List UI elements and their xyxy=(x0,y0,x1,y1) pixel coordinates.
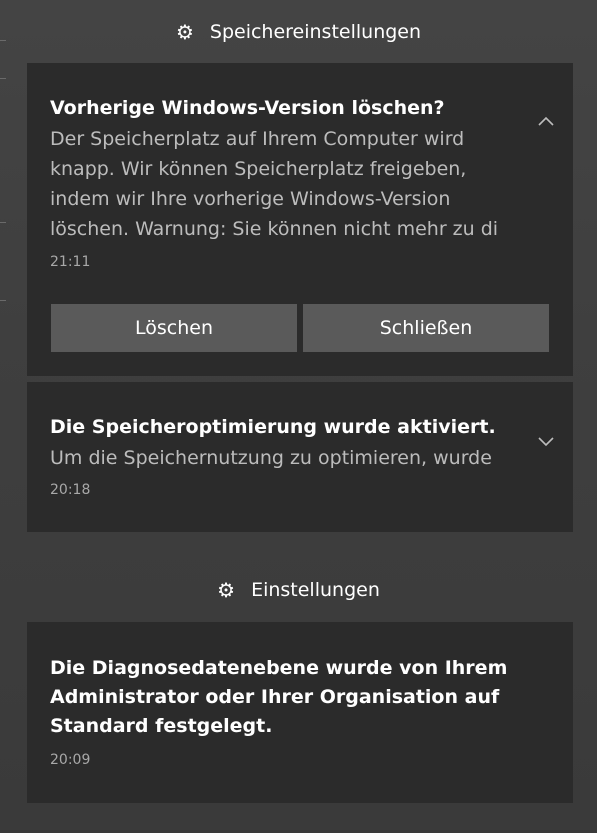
group-title: Einstellungen xyxy=(251,579,380,601)
notification-card-delete-windows-old[interactable]: Vorherige Windows-Version löschen? Der S… xyxy=(27,63,573,376)
body-line: Der Speicherplatz auf Ihrem Computer wir… xyxy=(50,128,465,150)
body-line: löschen. Warnung: Sie können nicht mehr … xyxy=(50,218,499,240)
notification-card-diagnostics[interactable]: Die Diagnosedatenebene wurde von Ihrem A… xyxy=(27,622,573,803)
group-title: Speichereinstellungen xyxy=(209,21,422,43)
close-button[interactable]: Schließen xyxy=(303,304,549,352)
notification-body: Um die Speichernutzung zu optimieren, wu… xyxy=(50,447,492,469)
body-line: knapp. Wir können Speicherplatz freigebe… xyxy=(50,158,467,180)
group-header-settings[interactable]: ⚙ Einstellungen xyxy=(0,570,597,610)
title-line: Die Diagnosedatenebene wurde von Ihrem xyxy=(50,657,508,679)
chevron-up-icon[interactable] xyxy=(537,113,555,131)
title-line: Standard festgelegt. xyxy=(50,715,273,737)
body-line: indem wir Ihre vorherige Windows-Version xyxy=(50,188,451,210)
edge-line xyxy=(0,300,6,301)
notification-body: Der Speicherplatz auf Ihrem Computer wir… xyxy=(50,124,526,244)
notification-time: 20:18 xyxy=(50,482,91,498)
chevron-down-icon[interactable] xyxy=(537,432,555,450)
edge-line xyxy=(0,78,6,79)
gear-icon: ⚙ xyxy=(217,578,236,602)
notification-time: 21:11 xyxy=(50,254,91,270)
title-line: Administrator oder Ihrer Organisation au… xyxy=(50,686,500,708)
notification-title: Die Speicheroptimierung wurde aktiviert. xyxy=(50,416,496,438)
delete-button[interactable]: Löschen xyxy=(51,304,297,352)
notification-time: 20:09 xyxy=(50,752,91,768)
action-center-panel: ⚙ Speichereinstellungen Vorherige Window… xyxy=(0,0,597,833)
gear-icon: ⚙ xyxy=(175,20,194,44)
group-header-storage[interactable]: ⚙ Speichereinstellungen xyxy=(0,12,597,52)
notification-card-storage-sense[interactable]: Die Speicheroptimierung wurde aktiviert.… xyxy=(27,382,573,532)
notification-title: Vorherige Windows-Version löschen? xyxy=(50,97,445,119)
edge-line xyxy=(0,222,6,223)
notification-title: Die Diagnosedatenebene wurde von Ihrem A… xyxy=(50,654,550,741)
